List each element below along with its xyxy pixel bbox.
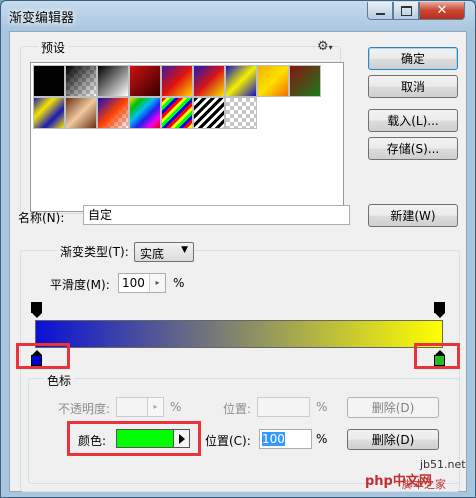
preset-swatch[interactable] — [257, 65, 289, 97]
title-bar[interactable]: 渐变编辑器 ✕ — [1, 1, 475, 31]
smoothness-input[interactable]: 100 ▸ — [118, 273, 166, 293]
name-label: 名称(N): — [18, 211, 65, 225]
preset-swatch[interactable] — [193, 97, 225, 129]
dialog-body: 预设 ⚙▾ 确定 取消 载入(L)... 存储(S)... 名称(N): 自定 … — [9, 31, 467, 492]
close-icon: ✕ — [436, 3, 448, 18]
opacity-unit: % — [170, 400, 182, 414]
gradient-editor-window: 渐变编辑器 ✕ 预设 ⚙▾ 确定 取消 载入(L)... 存储(S)... 名称… — [0, 0, 476, 498]
cancel-button[interactable]: 取消 — [368, 75, 458, 98]
color-position-label: 位置(C): — [205, 434, 251, 448]
gradient-type-select[interactable]: 实底 ▼ — [134, 242, 194, 262]
preset-swatch[interactable] — [97, 65, 129, 97]
opacity-label: 不透明度: — [58, 402, 111, 416]
gear-icon[interactable]: ⚙▾ — [317, 39, 333, 54]
color-delete-button[interactable]: 删除(D) — [347, 429, 439, 450]
opacity-stop-right[interactable] — [434, 302, 445, 318]
maximize-button[interactable] — [393, 2, 419, 20]
opacity-position-input — [257, 397, 310, 417]
color-row-highlight — [67, 421, 201, 456]
preset-swatch[interactable] — [289, 65, 321, 97]
preset-swatch[interactable] — [65, 97, 97, 129]
presets-panel — [30, 62, 344, 212]
preset-swatch[interactable] — [161, 97, 193, 129]
smoothness-value: 100 — [122, 276, 145, 290]
preset-swatch[interactable] — [225, 97, 257, 129]
minimize-icon — [375, 12, 385, 15]
preset-swatch[interactable] — [97, 97, 129, 129]
right-stop-highlight — [414, 343, 460, 369]
minimize-button[interactable] — [367, 2, 393, 20]
watermark-brand: 脚本之家 — [402, 478, 446, 491]
smoothness-unit: % — [173, 276, 185, 290]
color-position-unit: % — [316, 432, 328, 446]
new-button[interactable]: 新建(W) — [368, 204, 458, 227]
opacity-input: ▸ — [116, 397, 164, 417]
preset-swatch[interactable] — [161, 65, 193, 97]
opacity-stepper-icon: ▸ — [147, 398, 163, 416]
color-position-input[interactable]: 100 — [259, 429, 312, 449]
gradient-type-value: 实底 — [140, 247, 165, 261]
preset-swatch[interactable] — [33, 97, 65, 129]
opacity-delete-button: 删除(D) — [347, 397, 439, 418]
ok-button[interactable]: 确定 — [368, 47, 458, 70]
smoothness-stepper-icon[interactable]: ▸ — [149, 274, 165, 292]
preset-swatch[interactable] — [33, 65, 65, 97]
left-stop-highlight — [16, 343, 70, 369]
maximize-icon — [400, 5, 412, 16]
opacity-position-label: 位置: — [223, 402, 252, 416]
save-button[interactable]: 存储(S)... — [368, 137, 458, 160]
color-stops-legend: 色标 — [44, 372, 75, 389]
opacity-stop-left[interactable] — [31, 302, 42, 318]
preset-swatch[interactable] — [129, 97, 161, 129]
chevron-down-icon: ▼ — [181, 245, 188, 255]
preset-swatch[interactable] — [129, 65, 161, 97]
preset-swatch[interactable] — [225, 65, 257, 97]
window-title: 渐变编辑器 — [9, 11, 75, 26]
close-button[interactable]: ✕ — [419, 2, 465, 20]
gradient-type-label: 渐变类型(T): — [57, 243, 132, 260]
color-position-value: 100 — [262, 432, 285, 446]
preset-swatch[interactable] — [193, 65, 225, 97]
gradient-preview-bar[interactable] — [35, 320, 443, 348]
opacity-position-unit: % — [316, 400, 328, 414]
preset-swatch[interactable] — [65, 65, 97, 97]
presets-legend: 预设 — [38, 39, 69, 56]
load-button[interactable]: 载入(L)... — [368, 109, 458, 132]
name-input[interactable]: 自定 — [83, 205, 350, 225]
smoothness-label: 平滑度(M): — [50, 278, 110, 292]
